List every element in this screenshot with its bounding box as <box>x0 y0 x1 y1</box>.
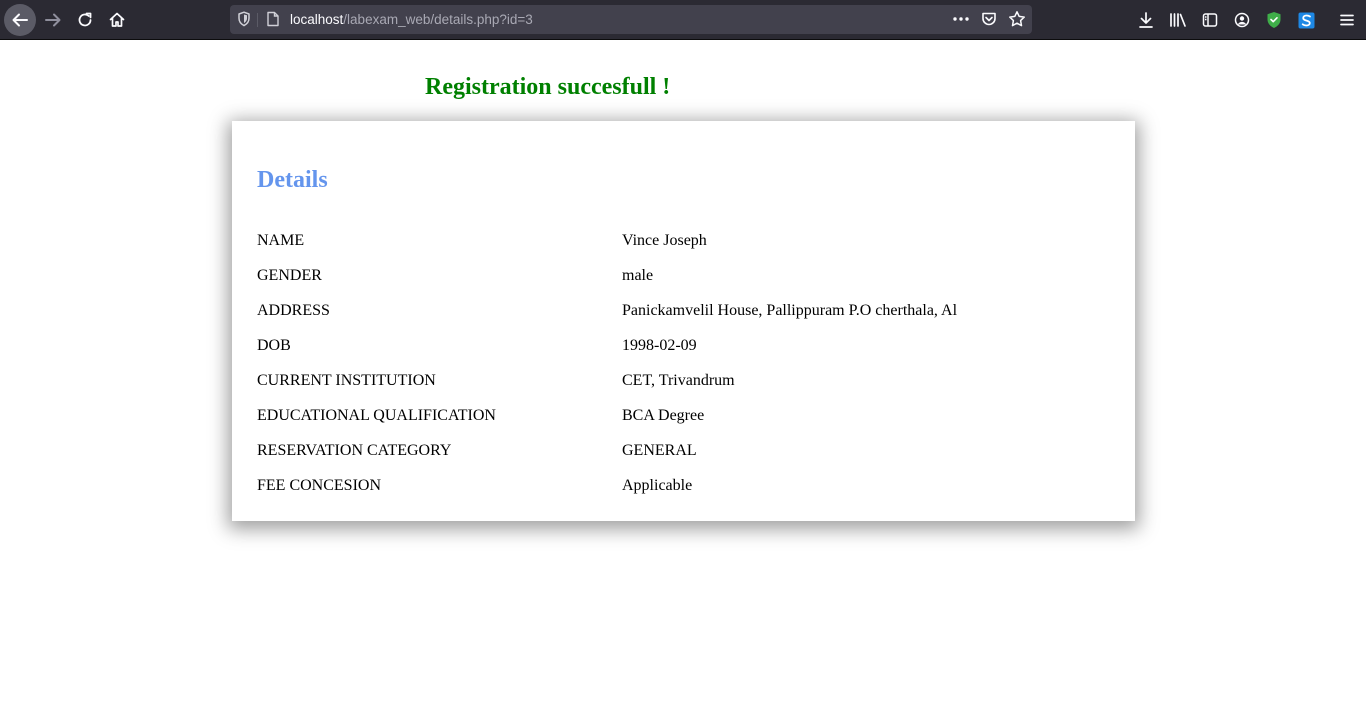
row-label: RESERVATION CATEGORY <box>257 442 452 459</box>
row-value: Vince Joseph <box>622 232 707 249</box>
sidebar-button[interactable] <box>1198 8 1222 32</box>
shield-icon[interactable] <box>237 11 251 32</box>
extension-s-button[interactable] <box>1294 8 1318 32</box>
row-value: 1998-02-09 <box>622 337 697 354</box>
row-value: GENERAL <box>622 442 697 459</box>
row-label: FEE CONCESION <box>257 477 382 494</box>
details-table: NAME Vince Joseph GENDER male ADDRESS Pa… <box>257 229 1117 509</box>
account-icon <box>1234 12 1250 28</box>
sidebar-icon <box>1202 13 1218 27</box>
row-value: Applicable <box>622 477 693 494</box>
reload-button[interactable] <box>69 4 101 36</box>
hamburger-menu-icon <box>1340 14 1354 26</box>
success-message: Registration succesfull ! <box>425 74 671 100</box>
url-bar[interactable]: localhost/labexam_web/details.php?id=3 <box>230 5 1032 34</box>
home-button[interactable] <box>101 4 133 36</box>
detail-row-fee-concession: FEE CONCESION Applicable <box>257 474 1117 509</box>
url-separator <box>257 13 258 27</box>
url-text[interactable]: localhost/labexam_web/details.php?id=3 <box>290 11 533 28</box>
row-value: male <box>622 267 654 284</box>
library-icon <box>1170 13 1186 27</box>
download-icon <box>1139 12 1153 28</box>
detail-row-institution: CURRENT INSTITUTION CET, Trivandrum <box>257 369 1117 404</box>
row-label: CURRENT INSTITUTION <box>257 372 436 389</box>
row-value: Panickamvelil House, Pallippuram P.O che… <box>622 302 958 319</box>
url-host: localhost <box>290 12 344 27</box>
row-value: CET, Trivandrum <box>622 372 735 389</box>
detail-row-reservation: RESERVATION CATEGORY GENERAL <box>257 439 1117 474</box>
extension-shield-button[interactable] <box>1262 8 1286 32</box>
arrow-left-icon <box>12 13 28 27</box>
account-button[interactable] <box>1230 8 1254 32</box>
detail-row-address: ADDRESS Panickamvelil House, Pallippuram… <box>257 299 1117 334</box>
star-icon[interactable] <box>1008 10 1026 33</box>
url-path: /labexam_web/details.php?id=3 <box>343 12 533 27</box>
row-label: GENDER <box>257 267 322 284</box>
forward-button[interactable] <box>37 4 69 36</box>
downloads-button[interactable] <box>1134 8 1158 32</box>
details-card: Details NAME Vince Joseph GENDER male AD… <box>232 121 1135 521</box>
page-icon <box>266 11 280 32</box>
row-label: ADDRESS <box>257 302 330 319</box>
detail-row-name: NAME Vince Joseph <box>257 229 1117 264</box>
back-button[interactable] <box>4 4 36 36</box>
detail-row-gender: GENDER male <box>257 264 1117 299</box>
green-shield-icon <box>1267 12 1281 28</box>
s-extension-icon <box>1298 12 1314 28</box>
more-dots-icon[interactable] <box>952 12 970 31</box>
row-value: BCA Degree <box>622 407 705 424</box>
row-label: EDUCATIONAL QUALIFICATION <box>257 407 496 424</box>
main-menu-button[interactable] <box>1335 8 1359 32</box>
library-button[interactable] <box>1166 8 1190 32</box>
browser-toolbar: localhost/labexam_web/details.php?id=3 <box>0 0 1366 40</box>
reload-icon <box>78 12 92 27</box>
home-icon <box>109 12 125 27</box>
detail-row-dob: DOB 1998-02-09 <box>257 334 1117 369</box>
details-title: Details <box>257 167 328 193</box>
pocket-icon[interactable] <box>981 11 997 32</box>
row-label: NAME <box>257 232 305 249</box>
detail-row-qualification: EDUCATIONAL QUALIFICATION BCA Degree <box>257 404 1117 439</box>
row-label: DOB <box>257 337 291 354</box>
arrow-right-icon <box>45 13 61 27</box>
